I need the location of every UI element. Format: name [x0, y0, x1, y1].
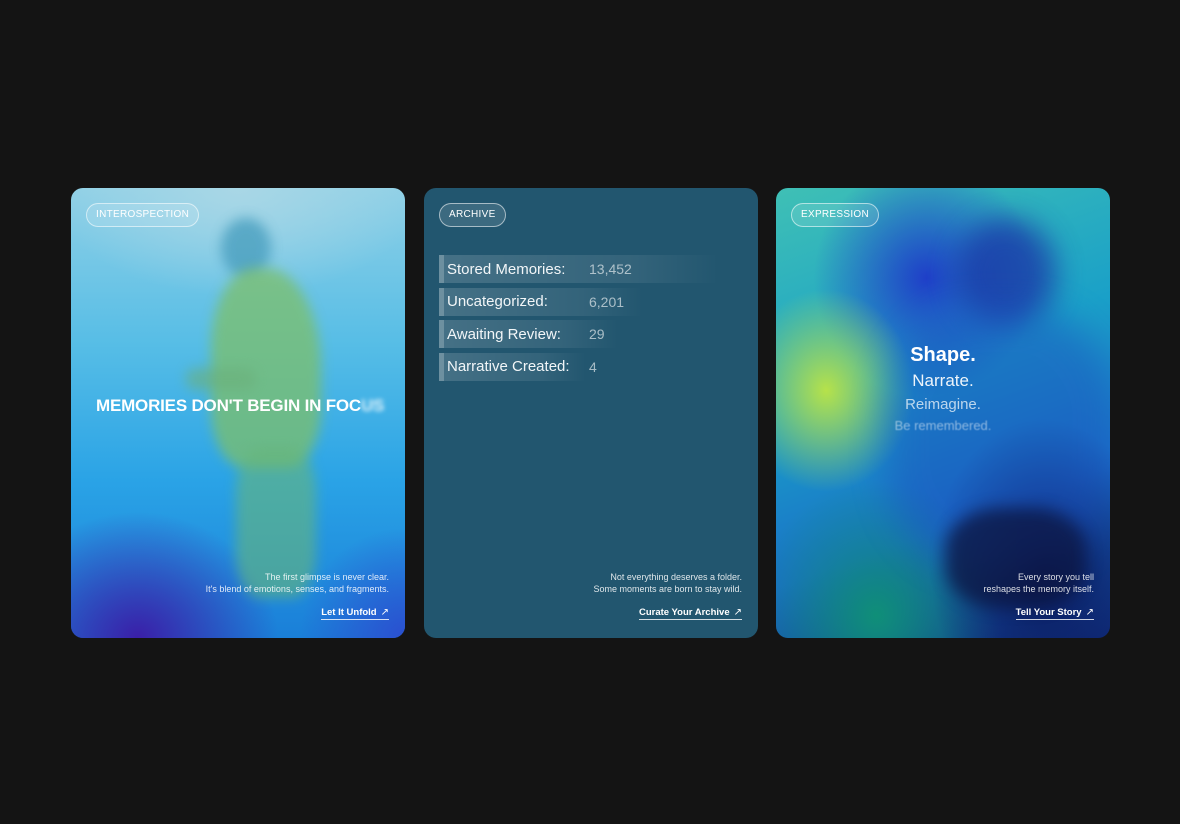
introspection-card: INTEROSPECTION MEMORIES DON'T BEGIN IN F… — [71, 188, 405, 638]
stat-value: 13,452 — [589, 261, 632, 277]
stat-value: 4 — [589, 358, 597, 375]
stat-label: Uncategorized: — [447, 293, 548, 310]
card-description: The first glimpse is never clear. It's b… — [206, 571, 389, 595]
stat-value: 6,201 — [589, 293, 625, 310]
cta-label: Curate Your Archive — [638, 607, 730, 618]
description-line: reshapes the memory itself. — [983, 584, 1094, 594]
word-shape: Shape. — [910, 344, 976, 366]
stat-row-awaiting-review: Awaiting Review: 29 — [439, 320, 632, 348]
card-description: Every story you tell reshapes the memory… — [983, 571, 1094, 595]
stat-row-narrative-created: Narrative Created: 4 — [439, 352, 632, 381]
archive-card: ARCHIVE Stored Memories: 13,452 Uncatego… — [424, 188, 758, 638]
archive-stats: Stored Memories: 13,452 Uncategorized: 6… — [439, 255, 719, 385]
cta-label: Tell Your Story — [1015, 607, 1082, 618]
tell-your-story-link[interactable]: Tell Your Story ↗ — [1015, 607, 1094, 620]
expression-card: EXPRESSION Shape. Narrate. Reimagine. Be… — [776, 188, 1110, 638]
category-tag: ARCHIVE — [439, 203, 506, 227]
word-be-remembered: Be remembered. — [894, 418, 992, 433]
description-line: Every story you tell — [1017, 572, 1094, 582]
expression-words: Shape. Narrate. Reimagine. Be remembered… — [776, 342, 1110, 435]
description-line: Not everything deserves a folder. — [610, 572, 742, 582]
headline-text: MEMORIES DON'T BEGIN IN FOC — [96, 396, 361, 415]
category-tag: EXPRESSION — [791, 203, 880, 227]
word-reimagine: Reimagine. — [905, 396, 981, 413]
description-line: The first glimpse is never clear. — [264, 572, 389, 582]
category-tag: INTEROSPECTION — [86, 203, 200, 227]
description-line: It's blend of emotions, senses, and frag… — [205, 584, 389, 594]
headline-faded-text: US — [360, 396, 385, 415]
curate-your-archive-link[interactable]: Curate Your Archive ↗ — [638, 607, 742, 620]
arrow-up-right-icon: ↗ — [380, 607, 389, 618]
stat-row-stored-memories: Stored Memories: 13,452 — [439, 255, 719, 283]
let-it-unfold-link[interactable]: Let It Unfold ↗ — [321, 607, 389, 620]
arrow-up-right-icon: ↗ — [1085, 607, 1094, 618]
stat-label: Awaiting Review: — [447, 325, 561, 343]
card-headline: MEMORIES DON'T BEGIN IN FOCUS — [96, 396, 396, 416]
arrow-up-right-icon: ↗ — [733, 607, 742, 618]
description-line: Some moments are born to stay wild. — [593, 584, 742, 594]
stat-row-uncategorized: Uncategorized: 6,201 — [439, 287, 644, 316]
stat-label: Stored Memories: — [447, 260, 566, 278]
silhouette-arm — [186, 368, 256, 390]
cta-label: Let It Unfold — [321, 607, 377, 618]
stat-label: Narrative Created: — [447, 358, 570, 375]
word-narrate: Narrate. — [912, 371, 974, 390]
card-description: Not everything deserves a folder. Some m… — [593, 571, 742, 595]
stat-value: 29 — [589, 326, 605, 342]
